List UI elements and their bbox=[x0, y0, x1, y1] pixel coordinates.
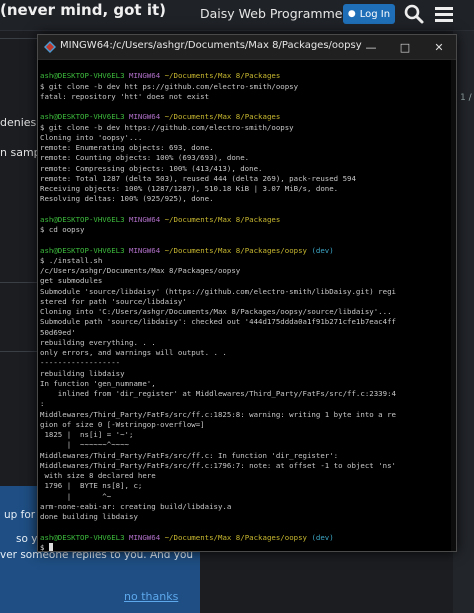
prompt-path: ~/Documents/Max 8/Packages bbox=[164, 112, 281, 122]
terminal-titlebar[interactable]: MINGW64:/c/Users/ashgr/Documents/Max 8/P… bbox=[38, 35, 456, 60]
terminal-output-line: Submodule 'source/libdaisy' (https://git… bbox=[40, 286, 396, 296]
terminal-output-line: Cloning into 'C:/Users/ashgr/Documents/M… bbox=[40, 307, 392, 316]
terminal-output-line: Middlewares/Third_Party/FatFs/src/ff.c:1… bbox=[40, 409, 396, 419]
prompt-path: ~/Documents/Max 8/Packages bbox=[164, 71, 281, 81]
terminal-output-line: In function 'gen_numname', bbox=[40, 378, 156, 388]
terminal-output-line: stered for path 'source/libdaisy' bbox=[40, 296, 187, 306]
hamburger-menu-icon[interactable] bbox=[433, 3, 455, 25]
minimize-button[interactable]: — bbox=[354, 35, 388, 59]
terminal-output-line: : bbox=[40, 399, 45, 409]
terminal-prompt-line: ash@DESKTOP-VHV6EL3 MINGW64 ~/Documents/… bbox=[40, 533, 454, 543]
prompt-user: ash@DESKTOP-VHV6EL3 bbox=[40, 71, 125, 81]
terminal-output-line: 50d69ed' bbox=[40, 327, 76, 337]
terminal-output-line: fatal: repository 'htt' does not exist bbox=[40, 91, 210, 101]
prompt-env: MINGW64 bbox=[129, 214, 161, 224]
terminal-output-line: /c/Users/ashgr/Documents/Max 8/Packages/… bbox=[40, 266, 241, 275]
close-button[interactable]: ✕ bbox=[422, 35, 456, 59]
terminal-output-line: only errors, and warnings will output. .… bbox=[40, 348, 227, 357]
terminal-scrollbar[interactable] bbox=[451, 60, 456, 551]
prompt-path: ~/Documents/Max 8/Packages bbox=[164, 214, 281, 224]
terminal-output-line: $ ./install.sh bbox=[40, 255, 103, 265]
maximize-button[interactable]: □ bbox=[388, 35, 422, 59]
prompt-env: MINGW64 bbox=[129, 71, 161, 81]
text-cursor[interactable] bbox=[48, 542, 53, 551]
terminal-output-line: 1825 | ns[i] = '~'; bbox=[40, 430, 134, 439]
terminal-window[interactable]: MINGW64: /c/Users/ashgr/Documents/Max 8/P… bbox=[37, 34, 457, 552]
terminal-output-line: remote: Counting objects: 100% (693/693)… bbox=[40, 153, 250, 163]
forum-header: (never mind, got it) Daisy Web Programme… bbox=[0, 0, 474, 31]
prompt-env: MINGW64 bbox=[129, 245, 161, 255]
terminal-output-line: Cloning into 'oopsy'... bbox=[40, 132, 143, 142]
terminal-output-line: $ git clone -b dev htt ps://github.com/e… bbox=[40, 81, 299, 91]
terminal-prompt-line: ash@DESKTOP-VHV6EL3 MINGW64 ~/Documents/… bbox=[40, 215, 454, 225]
search-icon[interactable] bbox=[403, 3, 425, 25]
prompt-env: MINGW64 bbox=[129, 532, 161, 542]
terminal-output-line: remote: Enumerating objects: 693, done. bbox=[40, 143, 214, 152]
terminal-output-line: 1796 | BYTE ns[8], c; bbox=[40, 481, 143, 491]
terminal-output-line: $ git clone -b dev https://github.com/el… bbox=[40, 122, 294, 132]
timeline-counter: 1 / 2 bbox=[460, 93, 474, 103]
prompt-env: MINGW64 bbox=[129, 112, 161, 122]
prompt-user: ash@DESKTOP-VHV6EL3 bbox=[40, 112, 125, 122]
terminal-output-line: with size 8 declared here bbox=[40, 471, 156, 480]
divider bbox=[0, 351, 37, 352]
terminal-output-line: ------------------ bbox=[40, 358, 121, 368]
terminal-output-line: | ~~~~~~^~~~~ bbox=[40, 440, 129, 450]
terminal-output-line: arm-none-eabi-ar: creating build/libdais… bbox=[40, 501, 232, 511]
terminal-output-line: | ^~ bbox=[40, 491, 112, 501]
maximize-icon: □ bbox=[399, 40, 411, 54]
terminal-output-line: rebuilding libdaisy bbox=[40, 368, 125, 378]
terminal-output-line: Submodule path 'source/libdaisy': checke… bbox=[40, 317, 396, 327]
login-label: Log In bbox=[359, 8, 391, 20]
terminal-output-line: done building libdaisy bbox=[40, 512, 138, 521]
divider bbox=[0, 38, 37, 39]
terminal-output-line: Middlewares/Third_Party/FatFs/src/ff.c:1… bbox=[40, 460, 396, 470]
terminal-prompt-line: ash@DESKTOP-VHV6EL3 MINGW64 ~/Documents/… bbox=[40, 71, 454, 81]
prompt-user: ash@DESKTOP-VHV6EL3 bbox=[40, 214, 125, 224]
terminal-output[interactable]: ash@DESKTOP-VHV6EL3 MINGW64 ~/Documents/… bbox=[38, 60, 456, 551]
post-text-fragment: denies bbox=[0, 116, 37, 129]
divider bbox=[0, 282, 37, 283]
terminal-output-line: Resolving deltas: 100% (925/925), done. bbox=[40, 194, 214, 204]
minimize-icon: — bbox=[365, 40, 377, 54]
terminal-output-line: get submodules bbox=[40, 276, 103, 286]
user-icon: ● bbox=[347, 9, 356, 19]
terminal-output-line: gion of size 0 [-Wstringop-overflow=] bbox=[40, 419, 205, 429]
prompt-path: ~/Documents/Max 8/Packages/oopsy bbox=[164, 245, 307, 255]
terminal-title: MINGW64:/c/Users/ashgr/Documents/Max 8/P… bbox=[60, 40, 362, 51]
site-name[interactable]: Daisy Web Programmer bbox=[200, 6, 348, 21]
terminal-output-line: rebuilding everything. . . bbox=[40, 337, 156, 347]
topic-title[interactable]: (never mind, got it) bbox=[0, 1, 166, 19]
mingw-app-icon bbox=[44, 41, 56, 53]
login-button[interactable]: ● Log In bbox=[343, 4, 395, 24]
prompt-user: ash@DESKTOP-VHV6EL3 bbox=[40, 245, 125, 255]
prompt-user: ash@DESKTOP-VHV6EL3 bbox=[40, 532, 125, 542]
prompt-branch: (dev) bbox=[311, 245, 334, 255]
terminal-output-line: remote: Compressing objects: 100% (413/4… bbox=[40, 163, 263, 173]
close-icon: ✕ bbox=[434, 40, 444, 54]
terminal-output-line: inlined from 'dir_register' at Middlewar… bbox=[40, 389, 396, 398]
terminal-input-line: $ bbox=[40, 542, 454, 552]
prompt-symbol: $ bbox=[40, 542, 49, 552]
terminal-output-line: Middlewares/Third_Party/FatFs/src/ff.c: … bbox=[40, 450, 339, 460]
prompt-path: ~/Documents/Max 8/Packages/oopsy bbox=[164, 532, 307, 542]
no-thanks-link[interactable]: no thanks bbox=[124, 590, 178, 603]
terminal-prompt-line: ash@DESKTOP-VHV6EL3 MINGW64 ~/Documents/… bbox=[40, 112, 454, 122]
terminal-output-line: $ cd oopsy bbox=[40, 225, 85, 234]
terminal-output-line: Receiving objects: 100% (1287/1287), 510… bbox=[40, 184, 339, 193]
terminal-output-line: remote: Total 1287 (delta 503), reused 4… bbox=[40, 173, 356, 183]
prompt-branch: (dev) bbox=[311, 532, 334, 542]
terminal-prompt-line: ash@DESKTOP-VHV6EL3 MINGW64 ~/Documents/… bbox=[40, 246, 454, 256]
